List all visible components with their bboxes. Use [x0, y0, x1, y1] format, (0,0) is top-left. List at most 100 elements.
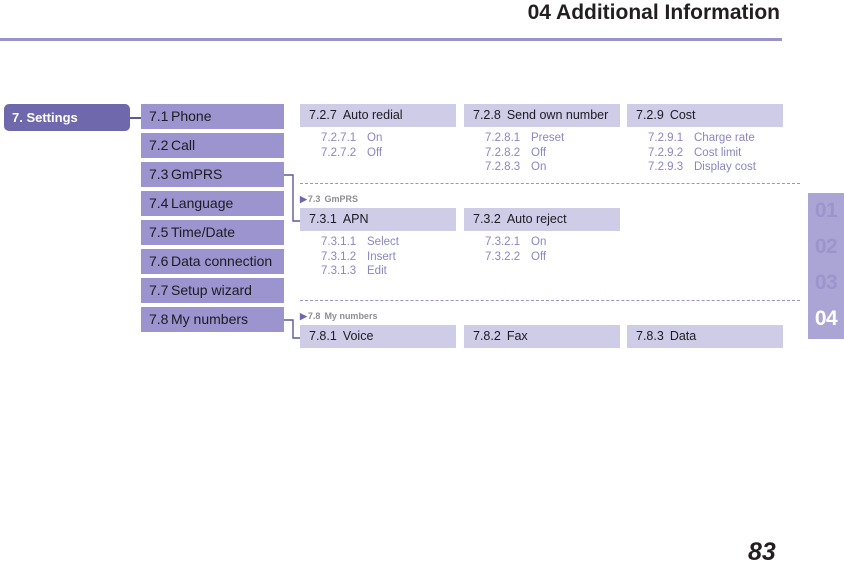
node-7-2-8: 7.2.8 Send own number 7.2.8.1 Preset 7.2.8.2…	[464, 104, 620, 175]
node-header-7-8-3[interactable]: 7.8.3 Data	[627, 325, 783, 348]
child-item-label: Charge rate	[694, 132, 755, 144]
menu-item-label: Call	[171, 137, 196, 153]
menu-item-data-connection[interactable]: 7.6 Data connection	[141, 249, 284, 274]
menu-item-label: Language	[171, 195, 234, 211]
child-item-label: Off	[367, 146, 383, 159]
node-7-8-1: 7.8.1 Voice	[300, 325, 456, 348]
node-7-2-9: 7.2.9 Cost 7.2.9.1 Charge rate 7.2.9.2 Cost l…	[627, 104, 783, 175]
node-7-3-2: 7.3.2 Auto reject 7.3.2.1 On 7.3.2.2 Off	[464, 208, 620, 264]
menu-item-label: GmPRS	[171, 166, 223, 182]
menu-item-number: 7.5	[149, 224, 169, 240]
child-item-label: Cost limit	[694, 146, 742, 159]
chapter-tab-03[interactable]: 03	[808, 265, 844, 301]
group-tag-label: GmPRS	[324, 194, 358, 204]
child-item-label: Insert	[367, 250, 396, 263]
node-number: 7.2.9	[636, 108, 664, 122]
menu-item-number: 7.3	[149, 166, 169, 182]
chapter-tab-02[interactable]: 02	[808, 229, 844, 265]
menu-item-number: 7.7	[149, 282, 169, 298]
menu-item-number: 7.8	[149, 311, 169, 327]
child-item-7-3-1-2[interactable]: 7.3.1.2 Insert	[321, 250, 456, 265]
node-label: Data	[669, 329, 697, 343]
menu-item-time-date[interactable]: 7.5 Time/Date	[141, 220, 284, 245]
node-label: Send own number	[506, 108, 609, 122]
node-header-7-3-1[interactable]: 7.3.1 APN	[300, 208, 456, 231]
child-item-7-2-8-2[interactable]: 7.2.8.2 Off	[485, 146, 620, 161]
menu-item-gmprs[interactable]: 7.3 GmPRS	[141, 162, 284, 187]
child-item-number: 7.2.7.1	[321, 132, 357, 144]
group-marker-triangle-icon: ▶	[300, 311, 307, 321]
child-item-number: 7.3.1.1	[321, 236, 357, 248]
menu-column: 7.1 Phone 7.2 Call 7.3 GmPRS 7.4 Language 7.5 Tim…	[141, 104, 284, 336]
page-title: 04 Additional Information	[527, 1, 780, 24]
menu-item-number: 7.1	[149, 108, 169, 124]
group-marker-triangle-icon: ▶	[300, 194, 307, 204]
child-item-number: 7.2.8.3	[485, 161, 521, 173]
menu-item-phone[interactable]: 7.1 Phone	[141, 104, 284, 129]
group-tag-number: 7.8	[307, 311, 321, 321]
child-item-7-2-8-1[interactable]: 7.2.8.1 Preset	[485, 131, 620, 146]
chapter-tab-01[interactable]: 01	[808, 193, 844, 229]
node-children-7-2-9: 7.2.9.1 Charge rate 7.2.9.2 Cost limit 7.2.9…	[627, 131, 783, 175]
menu-item-number: 7.2	[149, 137, 169, 153]
menu-item-number: 7.4	[149, 195, 169, 211]
page-header: 04 Additional Information	[0, 0, 844, 42]
child-item-label: On	[531, 236, 547, 248]
child-item-7-2-9-1[interactable]: 7.2.9.1 Charge rate	[648, 131, 783, 146]
child-item-7-3-2-1[interactable]: 7.3.2.1 On	[485, 235, 620, 250]
page-number: 83	[748, 538, 776, 566]
chapter-tab-04[interactable]: 04	[808, 301, 844, 337]
child-item-7-2-7-2[interactable]: 7.2.7.2 Off	[321, 146, 456, 161]
node-header-7-2-7[interactable]: 7.2.7 Auto redial	[300, 104, 456, 127]
node-header-7-8-1[interactable]: 7.8.1 Voice	[300, 325, 456, 348]
child-item-7-2-9-2[interactable]: 7.2.9.2 Cost limit	[648, 146, 783, 161]
child-item-number: 7.3.2.1	[485, 236, 521, 248]
group-tag-number: 7.3	[307, 194, 321, 204]
child-item-number: 7.2.8.2	[485, 146, 521, 159]
child-item-label: Off	[531, 146, 547, 159]
child-item-7-3-1-3[interactable]: 7.3.1.3 Edit	[321, 264, 456, 279]
menu-item-call[interactable]: 7.2 Call	[141, 133, 284, 158]
node-header-7-3-2[interactable]: 7.3.2 Auto reject	[464, 208, 620, 231]
node-header-7-8-2[interactable]: 7.8.2 Fax	[464, 325, 620, 348]
node-children-7-2-8: 7.2.8.1 Preset 7.2.8.2 Off 7.2.8.3 On	[464, 131, 620, 175]
group-separator	[300, 183, 800, 184]
node-header-7-2-9[interactable]: 7.2.9 Cost	[627, 104, 783, 127]
child-item-7-2-8-3[interactable]: 7.2.8.3 On	[485, 160, 620, 175]
menu-item-language[interactable]: 7.4 Language	[141, 191, 284, 216]
node-label: Auto redial	[342, 108, 403, 122]
child-item-7-3-1-1[interactable]: 7.3.1.1 Select	[321, 235, 456, 250]
child-item-number: 7.3.2.2	[485, 250, 521, 263]
child-item-number: 7.2.9.1	[648, 132, 684, 144]
connector-lines	[284, 174, 300, 339]
node-header-7-2-8[interactable]: 7.2.8 Send own number	[464, 104, 620, 127]
node-label: Cost	[669, 108, 696, 122]
node-number: 7.8.2	[473, 329, 501, 343]
menu-item-label: Phone	[171, 108, 212, 124]
child-item-7-2-7-1[interactable]: 7.2.7.1 On	[321, 131, 456, 146]
node-children-7-2-7: 7.2.7.1 On 7.2.7.2 Off	[300, 131, 456, 160]
group-tag-7-3: ▶7.3 GmPRS	[300, 194, 358, 205]
menu-item-setup-wizard[interactable]: 7.7 Setup wizard	[141, 278, 284, 303]
child-item-7-3-2-2[interactable]: 7.3.2.2 Off	[485, 250, 620, 265]
child-item-label: On	[531, 161, 547, 173]
node-7-8-2: 7.8.2 Fax	[464, 325, 620, 348]
menu-item-number: 7.6	[149, 253, 169, 269]
node-label: Auto reject	[506, 212, 567, 226]
child-item-label: Off	[531, 250, 547, 263]
root-node-settings[interactable]: 7. Settings	[4, 104, 130, 131]
child-item-number: 7.2.9.3	[648, 161, 684, 173]
child-item-number: 7.3.1.2	[321, 250, 357, 263]
node-number: 7.8.1	[309, 329, 337, 343]
node-number: 7.3.2	[473, 212, 501, 226]
child-item-number: 7.2.7.2	[321, 146, 357, 159]
node-children-7-3-1: 7.3.1.1 Select 7.3.1.2 Insert 7.3.1.3 Edit	[300, 235, 456, 279]
child-item-7-2-9-3[interactable]: 7.2.9.3 Display cost	[648, 160, 783, 175]
chapter-tab-bar: 01 02 03 04	[808, 193, 844, 339]
menu-item-my-numbers[interactable]: 7.8 My numbers	[141, 307, 284, 332]
child-item-label: Edit	[367, 265, 387, 277]
node-children-7-3-2: 7.3.2.1 On 7.3.2.2 Off	[464, 235, 620, 264]
menu-item-label: Time/Date	[171, 224, 236, 240]
child-item-label: Preset	[531, 132, 565, 144]
root-connector-line	[130, 117, 141, 119]
